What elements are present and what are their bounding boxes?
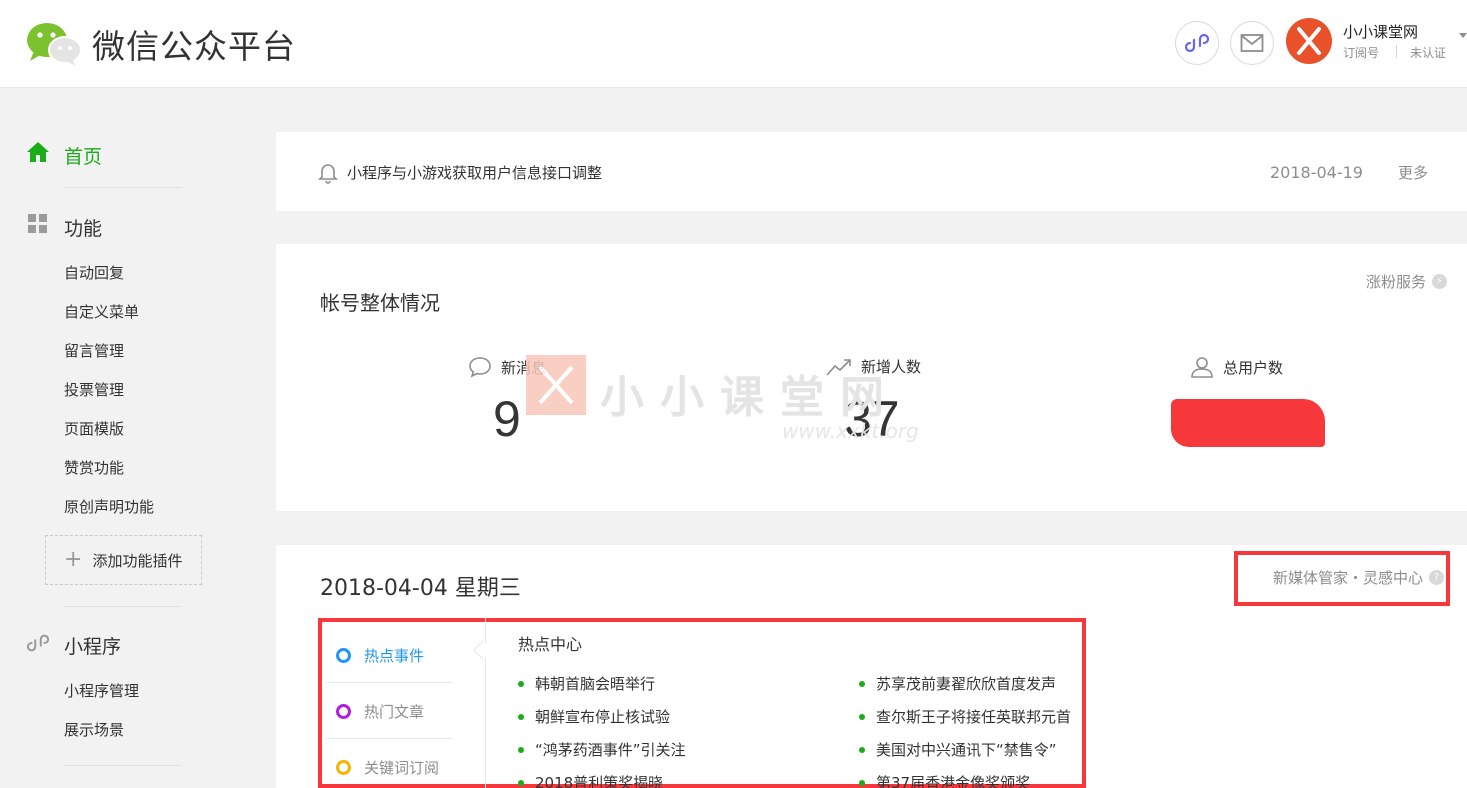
tab-separator bbox=[326, 682, 452, 683]
account-dropdown-caret-icon[interactable] bbox=[1459, 33, 1467, 38]
hot-topic-link[interactable]: 查尔斯王子将接任英联邦元首 bbox=[859, 706, 1071, 727]
inspiration-center-link[interactable]: 新媒体管家・灵感中心 ? bbox=[1273, 567, 1445, 588]
sidebar-item-custom-menu[interactable]: 自定义菜单 bbox=[64, 301, 139, 322]
tab-separator bbox=[326, 738, 452, 739]
hot-topic-text: “鸿茅药酒事件”引关注 bbox=[535, 741, 686, 759]
stat-label-text: 新增人数 bbox=[861, 358, 922, 376]
redacted-total-users bbox=[1171, 399, 1325, 447]
tab-dot-icon bbox=[336, 648, 351, 663]
overview-title: 帐号整体情况 bbox=[320, 291, 440, 315]
tab-hot-articles[interactable]: 热门文章 bbox=[336, 701, 424, 722]
messages-button[interactable] bbox=[1230, 21, 1274, 65]
notice-date: 2018-04-19 bbox=[1270, 163, 1363, 182]
wechat-logo[interactable]: 微信公众平台 bbox=[26, 20, 296, 68]
wechat-logo-icon bbox=[27, 23, 82, 66]
fans-service-link[interactable]: 涨粉服务 ⚡ bbox=[1366, 271, 1448, 292]
sidebar-divider bbox=[64, 765, 182, 766]
bullet-icon bbox=[518, 713, 524, 720]
sidebar-item-auto-reply[interactable]: 自动回复 bbox=[64, 262, 124, 283]
account-overview-card: 帐号整体情况 涨粉服务 ⚡ 新消息 9 新增人数 37 总用户数 bbox=[276, 244, 1467, 511]
daily-date-title: 2018-04-04 星期三 bbox=[320, 576, 521, 601]
inspiration-label: 新媒体管家・灵感中心 bbox=[1273, 569, 1424, 587]
daily-card: 2018-04-04 星期三 新媒体管家・灵感中心 ? 热点事件 热门文章 关键… bbox=[276, 545, 1467, 788]
account-type: 订阅号 bbox=[1343, 46, 1380, 60]
sidebar-item-votes[interactable]: 投票管理 bbox=[64, 379, 124, 400]
bullet-icon bbox=[859, 713, 865, 720]
add-plugin-button[interactable]: + 添加功能插件 bbox=[45, 535, 202, 585]
home-icon bbox=[27, 142, 49, 162]
hot-topic-link[interactable]: “鸿茅药酒事件”引关注 bbox=[518, 739, 686, 760]
mail-icon bbox=[1240, 34, 1264, 52]
sidebar-item-comments[interactable]: 留言管理 bbox=[64, 340, 124, 361]
bullet-icon bbox=[859, 680, 865, 687]
notice-link[interactable]: 小程序与小游戏获取用户信息接口调整 bbox=[347, 162, 602, 183]
platform-title: 微信公众平台 bbox=[92, 27, 296, 66]
hot-topic-link[interactable]: 美国对中兴通讯下“禁售令” bbox=[859, 739, 1057, 760]
tab-label: 关键词订阅 bbox=[364, 759, 440, 777]
tab-dot-icon bbox=[336, 760, 351, 775]
bullet-icon bbox=[859, 779, 865, 786]
user-icon bbox=[1191, 357, 1213, 378]
account-separator bbox=[1396, 45, 1397, 58]
sidebar-divider bbox=[64, 606, 182, 607]
chat-bubble-icon bbox=[469, 357, 491, 378]
hot-topic-text: 苏享茂前妻翟欣欣首度发声 bbox=[876, 675, 1057, 693]
help-icon: ? bbox=[1429, 570, 1445, 585]
hot-topic-link[interactable]: 苏享茂前妻翟欣欣首度发声 bbox=[859, 673, 1056, 694]
tab-keyword-subscribe[interactable]: 关键词订阅 bbox=[336, 757, 439, 778]
hot-topic-text: 2018普利策奖揭晓 bbox=[535, 774, 664, 788]
trend-up-icon bbox=[826, 358, 851, 376]
lightning-icon: ⚡ bbox=[1432, 274, 1448, 289]
plus-icon: + bbox=[64, 547, 83, 572]
hot-topic-text: 第37届香港金像奖颁奖 bbox=[876, 774, 1031, 788]
stat-label-text: 新消息 bbox=[501, 358, 547, 377]
tab-label: 热门文章 bbox=[364, 703, 425, 721]
miniprogram-icon bbox=[1185, 33, 1209, 53]
hot-topic-link[interactable]: 韩朝首脑会晤举行 bbox=[518, 673, 655, 694]
hot-topic-text: 美国对中兴通讯下“禁售令” bbox=[876, 741, 1057, 759]
hot-topic-link[interactable]: 第37届香港金像奖颁奖 bbox=[859, 772, 1030, 788]
hot-center-title: 热点中心 bbox=[518, 635, 583, 654]
tab-dot-icon bbox=[336, 704, 351, 719]
hot-topic-text: 朝鲜宣布停止核试验 bbox=[535, 708, 671, 726]
sidebar-section-miniprogram[interactable]: 小程序 bbox=[64, 632, 121, 659]
sidebar-item-reward[interactable]: 赞赏功能 bbox=[64, 457, 124, 478]
tab-hot-events[interactable]: 热点事件 bbox=[336, 645, 424, 666]
account-avatar[interactable] bbox=[1286, 18, 1332, 64]
bullet-icon bbox=[518, 779, 524, 786]
hot-topic-link[interactable]: 2018普利策奖揭晓 bbox=[518, 772, 663, 788]
miniprogram-icon bbox=[27, 634, 49, 652]
sidebar-item-display-scenes[interactable]: 展示场景 bbox=[64, 719, 124, 740]
account-auth-status: 未认证 bbox=[1410, 46, 1447, 60]
stat-label-text: 总用户数 bbox=[1223, 358, 1284, 377]
fans-service-label: 涨粉服务 bbox=[1366, 273, 1427, 291]
stat-new-followers: 新增人数 bbox=[826, 356, 921, 377]
notice-card: 小程序与小游戏获取用户信息接口调整 2018-04-19 更多 bbox=[276, 132, 1467, 211]
sidebar-item-page-templates[interactable]: 页面模版 bbox=[64, 418, 124, 439]
hot-topic-text: 韩朝首脑会晤举行 bbox=[535, 675, 656, 693]
notice-more-link[interactable]: 更多 bbox=[1398, 162, 1428, 183]
sidebar-item-home[interactable]: 首页 bbox=[64, 142, 102, 169]
hot-topic-text: 查尔斯王子将接任英联邦元首 bbox=[876, 708, 1072, 726]
stat-new-messages: 新消息 bbox=[468, 356, 546, 378]
account-name[interactable]: 小小课堂网 bbox=[1343, 21, 1418, 42]
sidebar-item-original-claim[interactable]: 原创声明功能 bbox=[64, 496, 154, 517]
top-bar: 微信公众平台 小小课堂网 订阅号 未认证 bbox=[0, 0, 1467, 88]
sidebar-divider bbox=[64, 187, 182, 188]
tab-label: 热点事件 bbox=[364, 647, 425, 665]
sidebar-item-miniprogram-manage[interactable]: 小程序管理 bbox=[64, 680, 139, 701]
avatar-x-icon bbox=[1297, 27, 1321, 55]
stat-total-users: 总用户数 bbox=[1190, 356, 1283, 378]
bullet-icon bbox=[518, 746, 524, 753]
add-plugin-label: 添加功能插件 bbox=[92, 551, 183, 570]
stat-value-new-followers: 37 bbox=[844, 391, 900, 447]
grid-icon bbox=[28, 214, 47, 233]
sidebar-section-features[interactable]: 功能 bbox=[64, 214, 102, 241]
hot-topic-link[interactable]: 朝鲜宣布停止核试验 bbox=[518, 706, 670, 727]
bullet-icon bbox=[859, 746, 865, 753]
bell-icon bbox=[318, 164, 338, 184]
bullet-icon bbox=[518, 680, 524, 687]
miniprogram-shortcut-button[interactable] bbox=[1175, 21, 1219, 65]
stat-value-new-messages: 9 bbox=[493, 391, 521, 447]
